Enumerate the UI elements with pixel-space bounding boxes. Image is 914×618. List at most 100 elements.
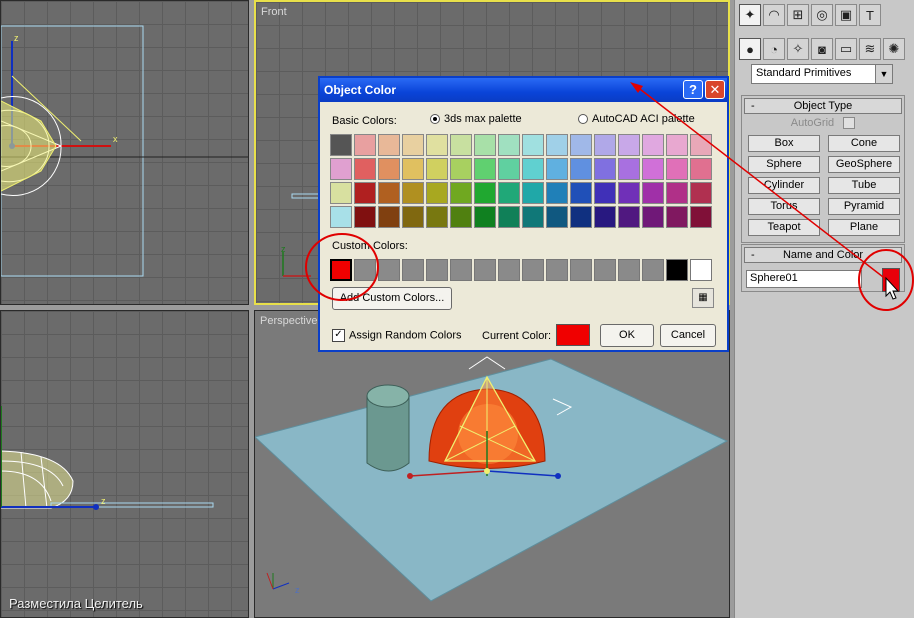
assign-random-checkbox[interactable]: ✓ <box>332 329 345 342</box>
basic-color-swatch[interactable] <box>642 206 664 228</box>
basic-color-swatch[interactable] <box>594 134 616 156</box>
basic-color-swatch[interactable] <box>450 158 472 180</box>
basic-color-swatch[interactable] <box>666 206 688 228</box>
custom-color-swatch[interactable] <box>426 259 448 281</box>
basic-color-swatch[interactable] <box>666 182 688 204</box>
add-custom-colors-button[interactable]: Add Custom Colors... <box>332 287 452 310</box>
assign-random-option[interactable]: ✓ Assign Random Colors <box>332 329 462 342</box>
basic-color-swatch[interactable] <box>474 206 496 228</box>
basic-color-swatch[interactable] <box>378 158 400 180</box>
object-type-header[interactable]: - Object Type <box>744 98 902 114</box>
basic-color-swatch[interactable] <box>690 206 712 228</box>
custom-color-swatch[interactable] <box>690 259 712 281</box>
basic-color-swatch[interactable] <box>330 182 352 204</box>
basic-color-swatch[interactable] <box>570 158 592 180</box>
basic-color-swatch[interactable] <box>378 206 400 228</box>
basic-color-swatch[interactable] <box>618 182 640 204</box>
dialog-titlebar[interactable]: Object Color ? ✕ <box>320 78 727 102</box>
custom-color-swatch[interactable] <box>474 259 496 281</box>
helpers-icon[interactable]: ▭ <box>835 38 857 60</box>
basic-color-swatch[interactable] <box>570 134 592 156</box>
basic-color-swatch[interactable] <box>594 158 616 180</box>
dropdown-arrow-icon[interactable]: ▼ <box>875 65 892 83</box>
custom-color-swatch[interactable] <box>642 259 664 281</box>
modify-tab-icon[interactable]: ◠ <box>763 4 785 26</box>
custom-color-swatch[interactable] <box>330 259 352 281</box>
basic-color-swatch[interactable] <box>426 158 448 180</box>
cylinder-button[interactable]: Cylinder <box>748 177 820 194</box>
basic-color-swatch[interactable] <box>474 158 496 180</box>
torus-button[interactable]: Torus <box>748 198 820 215</box>
geosphere-button[interactable]: GeoSphere <box>828 156 900 173</box>
basic-color-swatch[interactable] <box>546 182 568 204</box>
basic-color-swatch[interactable] <box>330 134 352 156</box>
basic-color-swatch[interactable] <box>450 134 472 156</box>
basic-color-swatch[interactable] <box>546 158 568 180</box>
basic-color-swatch[interactable] <box>618 206 640 228</box>
shapes-icon[interactable]: ◔ <box>763 38 785 60</box>
space-warps-icon[interactable]: ≋ <box>859 38 881 60</box>
basic-color-swatch[interactable] <box>546 206 568 228</box>
basic-color-swatch[interactable] <box>426 134 448 156</box>
basic-color-swatch[interactable] <box>450 206 472 228</box>
sphere-button[interactable]: Sphere <box>748 156 820 173</box>
custom-color-swatch[interactable] <box>666 259 688 281</box>
object-color-swatch[interactable] <box>882 268 900 292</box>
custom-color-swatch[interactable] <box>378 259 400 281</box>
name-and-color-header[interactable]: - Name and Color <box>744 247 902 263</box>
basic-color-swatch[interactable] <box>642 134 664 156</box>
basic-color-swatch[interactable] <box>426 206 448 228</box>
basic-color-swatch[interactable] <box>354 158 376 180</box>
perspective-viewport[interactable]: Perspective z <box>254 310 730 618</box>
basic-color-swatch[interactable] <box>690 182 712 204</box>
utilities-tab-icon[interactable]: T <box>859 4 881 26</box>
basic-color-swatch[interactable] <box>498 134 520 156</box>
basic-color-swatch[interactable] <box>522 206 544 228</box>
cancel-button[interactable]: Cancel <box>660 324 716 347</box>
tube-button[interactable]: Tube <box>828 177 900 194</box>
cameras-icon[interactable]: ◙ <box>811 38 833 60</box>
display-tab-icon[interactable]: ▣ <box>835 4 857 26</box>
motion-tab-icon[interactable]: ◎ <box>811 4 833 26</box>
close-button[interactable]: ✕ <box>705 80 725 99</box>
basic-color-swatch[interactable] <box>402 134 424 156</box>
basic-color-swatch[interactable] <box>474 134 496 156</box>
custom-color-swatch[interactable] <box>402 259 424 281</box>
left-viewport[interactable]: z Разместила Целитель <box>0 310 249 618</box>
basic-color-swatch[interactable] <box>354 134 376 156</box>
primitive-category-dropdown[interactable]: Standard Primitives ▼ <box>751 64 893 84</box>
systems-icon[interactable]: ✺ <box>883 38 905 60</box>
basic-color-swatch[interactable] <box>498 182 520 204</box>
hierarchy-tab-icon[interactable]: ⊞ <box>787 4 809 26</box>
basic-color-swatch[interactable] <box>618 158 640 180</box>
basic-color-swatch[interactable] <box>354 206 376 228</box>
basic-color-swatch[interactable] <box>330 206 352 228</box>
basic-color-swatch[interactable] <box>570 182 592 204</box>
basic-color-swatch[interactable] <box>402 158 424 180</box>
teapot-button[interactable]: Teapot <box>748 219 820 236</box>
basic-color-swatch[interactable] <box>498 206 520 228</box>
basic-color-swatch[interactable] <box>570 206 592 228</box>
custom-color-swatch[interactable] <box>570 259 592 281</box>
basic-color-swatch[interactable] <box>642 182 664 204</box>
top-viewport[interactable]: z x <box>0 0 249 305</box>
plane-button[interactable]: Plane <box>828 219 900 236</box>
basic-color-swatch[interactable] <box>546 134 568 156</box>
custom-color-swatch[interactable] <box>498 259 520 281</box>
basic-color-swatch[interactable] <box>402 182 424 204</box>
create-tab-icon[interactable]: ✦ <box>739 4 761 26</box>
ok-button[interactable]: OK <box>600 324 654 347</box>
basic-color-swatch[interactable] <box>666 158 688 180</box>
basic-color-swatch[interactable] <box>474 182 496 204</box>
basic-color-swatch[interactable] <box>522 158 544 180</box>
help-button[interactable]: ? <box>683 80 703 99</box>
basic-color-swatch[interactable] <box>426 182 448 204</box>
pyramid-button[interactable]: Pyramid <box>828 198 900 215</box>
basic-color-swatch[interactable] <box>522 182 544 204</box>
cone-button[interactable]: Cone <box>828 135 900 152</box>
palette-option-autocad[interactable]: AutoCAD ACI palette <box>578 113 695 125</box>
basic-color-swatch[interactable] <box>594 206 616 228</box>
basic-color-swatch[interactable] <box>378 182 400 204</box>
basic-color-swatch[interactable] <box>666 134 688 156</box>
basic-color-swatch[interactable] <box>354 182 376 204</box>
